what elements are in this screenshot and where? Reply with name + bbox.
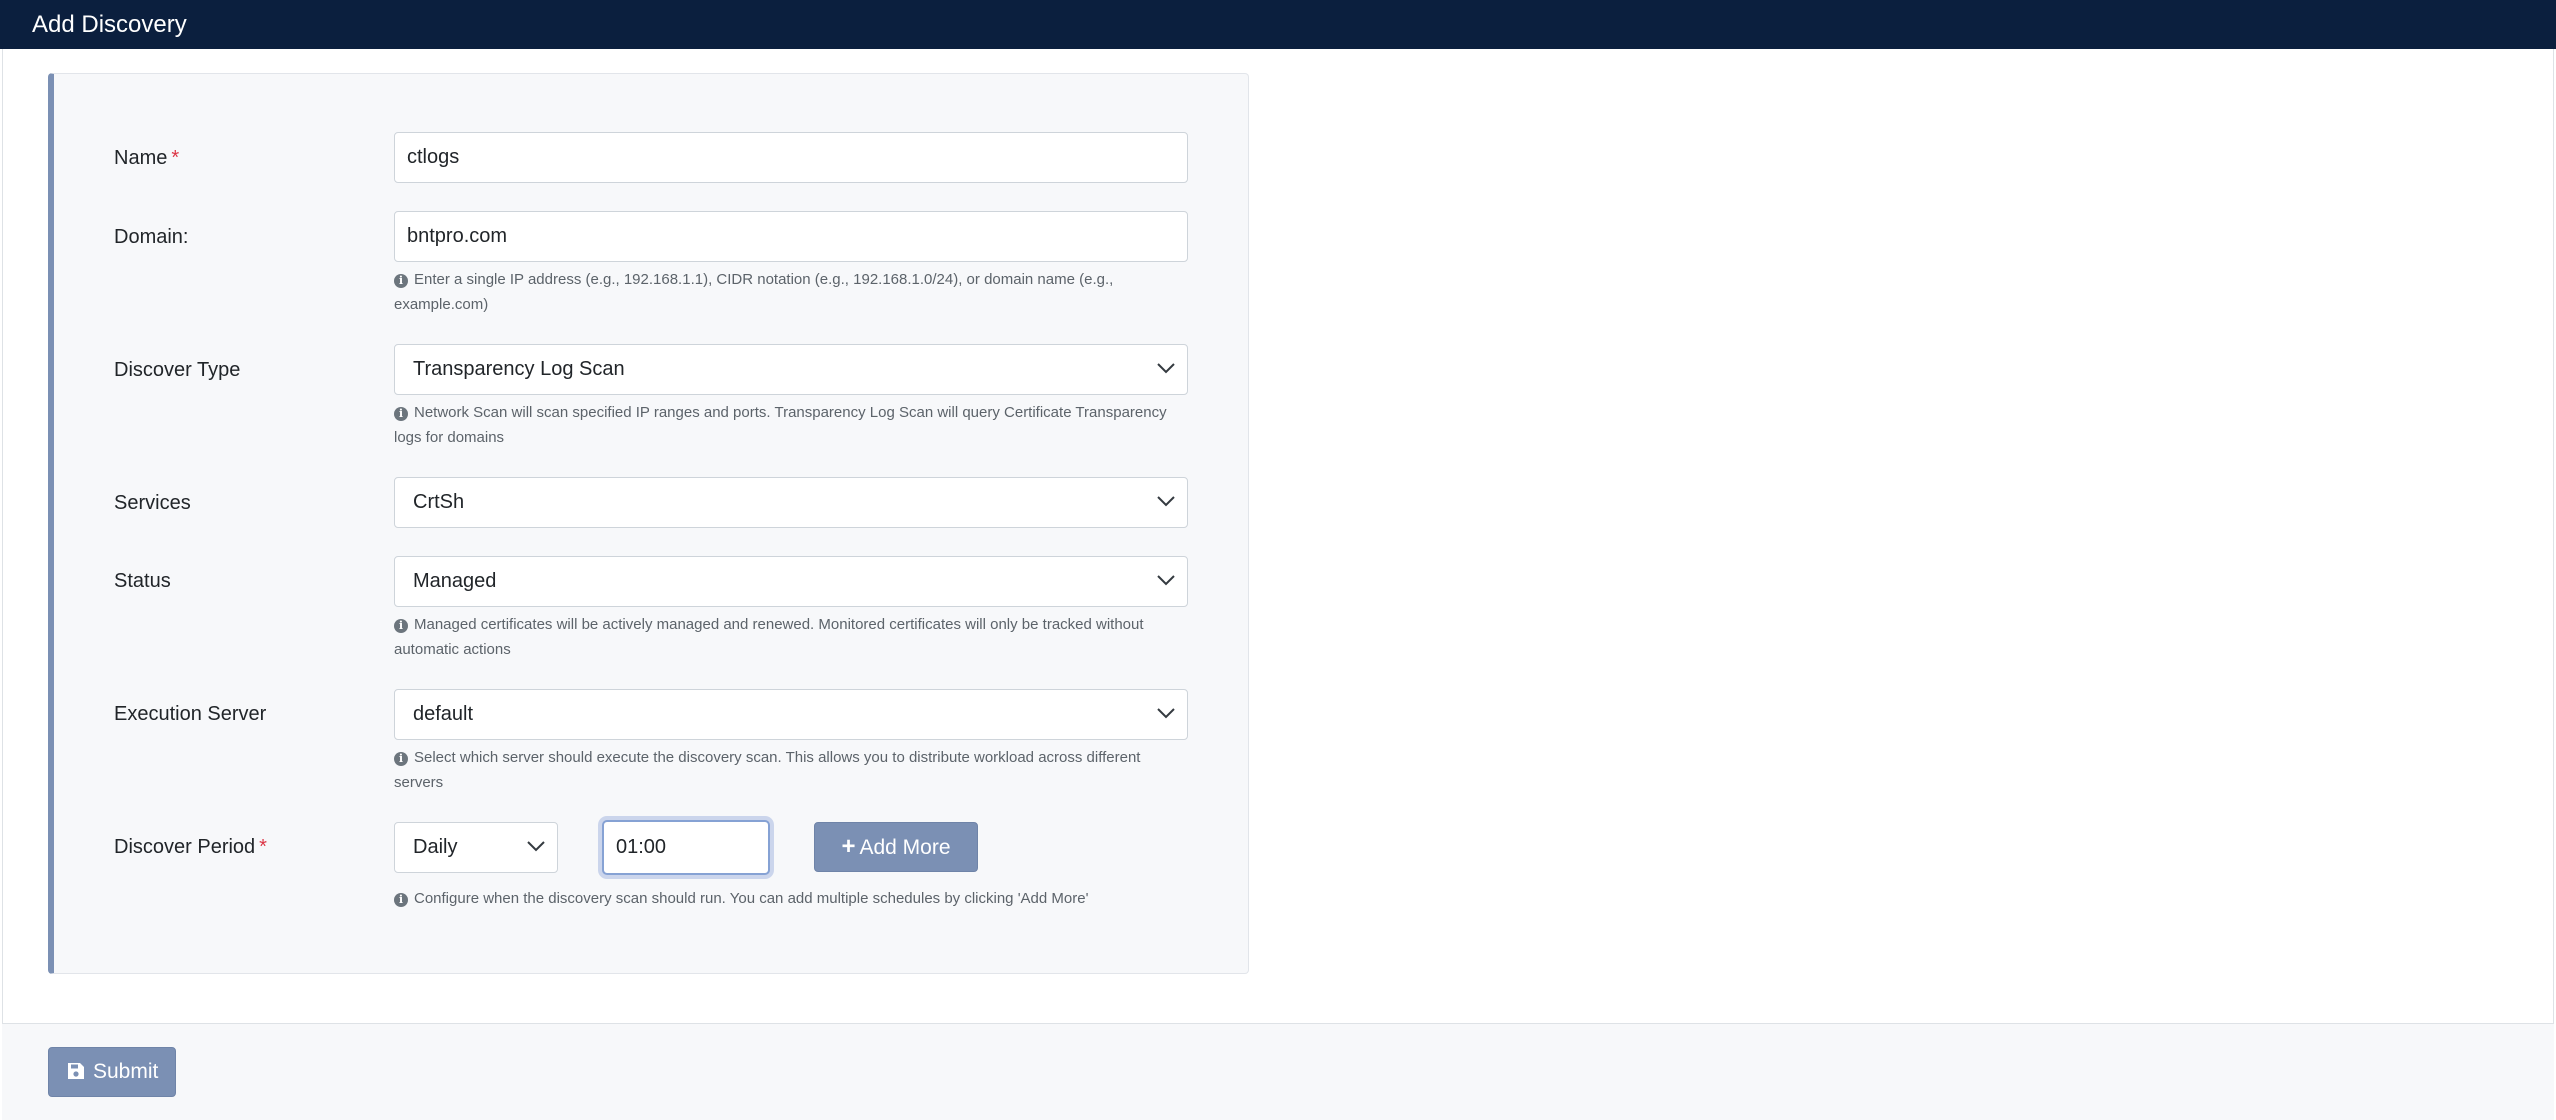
- info-circle-icon: i: [394, 893, 408, 907]
- name-label: Name *: [114, 147, 180, 169]
- submit-label: Submit: [93, 1060, 159, 1083]
- discover-type-help: i Network Scan will scan specified IP ran…: [394, 404, 1167, 446]
- domain-label: Domain:: [114, 226, 189, 248]
- status-label: Status: [114, 570, 171, 592]
- execution-server-value: default: [413, 703, 474, 725]
- add-more-label: Add More: [859, 836, 951, 859]
- required-mark: *: [171, 147, 180, 169]
- name-input[interactable]: ctlogs: [394, 132, 1188, 183]
- status-help: i Managed certificates will be actively m…: [394, 616, 1144, 658]
- domain-input[interactable]: bntpro.com: [394, 211, 1188, 262]
- discover-period-label: Discover Period *: [114, 836, 267, 858]
- discover-type-label: Discover Type: [114, 359, 241, 381]
- period-time-input[interactable]: 01:00: [602, 820, 770, 875]
- required-mark: *: [259, 836, 267, 858]
- plus-icon: +: [841, 833, 856, 860]
- form-footer: [2, 1023, 2554, 1120]
- status-value: Managed: [413, 570, 497, 592]
- status-select[interactable]: Managed: [394, 556, 1188, 607]
- services-select[interactable]: CrtSh: [394, 477, 1188, 528]
- discover-type-select[interactable]: Transparency Log Scan: [394, 344, 1188, 395]
- add-more-button[interactable]: + Add More: [814, 822, 978, 872]
- period-frequency-select[interactable]: Daily: [394, 822, 558, 873]
- info-circle-icon: i: [394, 274, 408, 288]
- execution-server-help: i Select which server should execute the …: [394, 749, 1141, 791]
- execution-server-label: Execution Server: [114, 703, 267, 725]
- discover-type-value: Transparency Log Scan: [413, 358, 625, 380]
- chevron-down-icon: [527, 841, 545, 852]
- page-title: Add Discovery: [0, 0, 2556, 49]
- period-frequency-value: Daily: [413, 836, 458, 858]
- chevron-down-icon: [1157, 575, 1175, 586]
- chevron-down-icon: [1157, 708, 1175, 719]
- domain-help: i Enter a single IP address (e.g., 192.16…: [394, 271, 1114, 313]
- info-circle-icon: i: [394, 619, 408, 633]
- execution-server-select[interactable]: default: [394, 689, 1188, 740]
- services-value: CrtSh: [413, 491, 465, 513]
- services-label: Services: [114, 492, 191, 514]
- info-circle-icon: i: [394, 752, 408, 766]
- info-circle-icon: i: [394, 407, 408, 421]
- discover-period-help: i Configure when the discovery scan shoul…: [394, 886, 1194, 911]
- floppy-disk-icon: [68, 1063, 84, 1079]
- submit-button[interactable]: Submit: [48, 1047, 176, 1097]
- chevron-down-icon: [1157, 363, 1175, 374]
- chevron-down-icon: [1157, 496, 1175, 507]
